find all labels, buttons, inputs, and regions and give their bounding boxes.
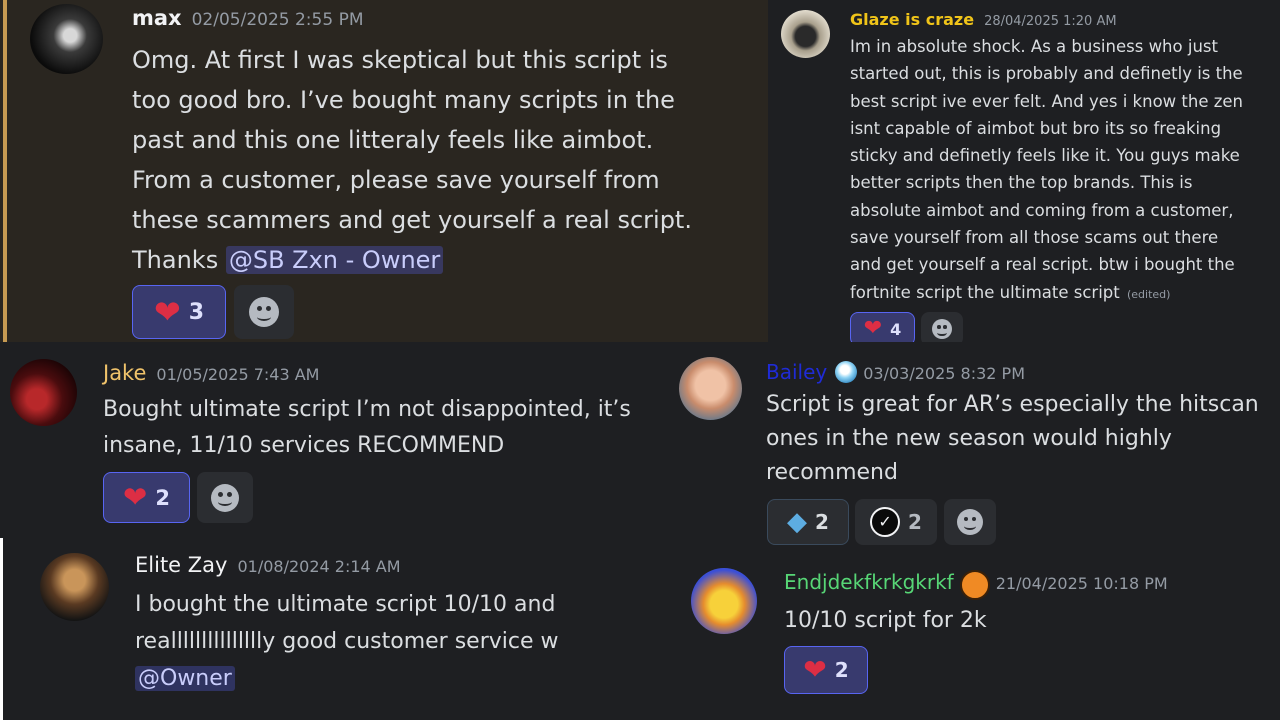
smiley-icon [932, 319, 952, 339]
username[interactable]: max [132, 6, 182, 30]
message-line: recommend [766, 460, 898, 485]
reaction-verified-check[interactable]: ✓ 2 [855, 499, 937, 545]
reaction-heart[interactable]: ❤ 4 [850, 312, 915, 342]
username[interactable]: Jake [103, 361, 146, 385]
message-content: Im in absolute shock. As a business who … [850, 33, 1275, 308]
message-content: Script is great for AR’s especially the … [766, 388, 1276, 490]
message-line: ones in the new season would highly [766, 426, 1172, 451]
reaction-count: 2 [908, 510, 922, 534]
timestamp: 28/04/2025 1:20 AM [984, 14, 1117, 29]
message-panel-elite-zay: Elite Zay 01/08/2024 2:14 AM I bought th… [3, 538, 662, 720]
reaction-count: 2 [834, 658, 849, 682]
message-header: Elite Zay 01/08/2024 2:14 AM [135, 553, 401, 577]
message-line: isnt capable of aimbot but bro its so fr… [850, 118, 1222, 138]
message-line: I bought the ultimate script 10/10 and [135, 592, 556, 617]
timestamp: 02/05/2025 2:55 PM [191, 10, 364, 30]
message-line: too good bro. I’ve bought many scripts i… [132, 86, 675, 114]
avatar[interactable] [40, 553, 109, 621]
message-panel-bailey: Bailey 03/03/2025 8:32 PM Script is grea… [662, 342, 1280, 552]
message-line: fortnite script the ultimate script (edi… [850, 279, 1275, 308]
message-line: best script ive ever felt. And yes i kno… [850, 91, 1243, 111]
timestamp: 21/04/2025 10:18 PM [995, 574, 1168, 593]
message-header: Endjdekfkrkgkrkf 21/04/2025 10:18 PM [784, 570, 1168, 600]
avatar[interactable] [781, 10, 830, 58]
timestamp: 01/08/2024 2:14 AM [237, 557, 401, 576]
message-header: Bailey 03/03/2025 8:32 PM [766, 360, 1025, 384]
message-content: I bought the ultimate script 10/10 and r… [135, 586, 655, 697]
reaction-count: 4 [890, 319, 902, 339]
message-line: better scripts then the top brands. This… [850, 173, 1193, 193]
add-reaction-button[interactable] [197, 472, 253, 523]
message-panel-max: max 02/05/2025 2:55 PM Omg. At first I w… [0, 0, 768, 342]
message-content: 10/10 script for 2k [784, 604, 1264, 638]
avatar[interactable] [10, 359, 77, 426]
message-line: these scammers and get yourself a real s… [132, 206, 692, 234]
message-line: save yourself from all those scams out t… [850, 228, 1219, 248]
message-line: Omg. At first I was skeptical but this s… [132, 46, 668, 74]
username[interactable]: Elite Zay [135, 553, 227, 577]
diamond-icon: ◆ [787, 507, 808, 537]
username[interactable]: Glaze is craze [850, 10, 974, 29]
message-line: absolute aimbot and coming from a custom… [850, 200, 1234, 220]
message-header: max 02/05/2025 2:55 PM [132, 6, 364, 30]
droplet-badge-icon [835, 361, 858, 383]
smiley-icon [249, 297, 279, 327]
timestamp: 03/03/2025 8:32 PM [863, 364, 1026, 383]
avatar[interactable] [679, 357, 742, 420]
message-line: 10/10 script for 2k [784, 608, 987, 633]
message-text: Thanks [132, 246, 226, 274]
message-header: Glaze is craze 28/04/2025 1:20 AM [850, 10, 1117, 29]
heart-icon: ❤ [863, 316, 883, 341]
edited-label: (edited) [1127, 287, 1171, 301]
basketball-icon [959, 570, 990, 600]
heart-icon: ❤ [803, 653, 827, 686]
avatar[interactable] [30, 4, 103, 74]
message-panel-glaze: Glaze is craze 28/04/2025 1:20 AM Im in … [768, 0, 1280, 342]
username[interactable]: Endjdekfkrkgkrkf [784, 570, 954, 594]
message-line: Script is great for AR’s especially the … [766, 392, 1259, 417]
heart-icon: ❤ [153, 293, 181, 331]
message-line: started out, this is probably and define… [850, 64, 1243, 84]
message-line: Thanks @SB Zxn - Owner [132, 240, 752, 280]
message-line: From a customer, please save yourself fr… [132, 166, 660, 194]
reaction-diamond[interactable]: ◆ 2 [767, 499, 849, 545]
message-content: Bought ultimate script I’m not disappoin… [103, 392, 658, 464]
message-line: Bought ultimate script I’m not disappoin… [103, 397, 631, 422]
add-reaction-button[interactable] [944, 499, 996, 545]
message-panel-endj: Endjdekfkrkgkrkf 21/04/2025 10:18 PM 10/… [662, 552, 1280, 720]
message-panel-jake: Jake 01/05/2025 7:43 AM Bought ultimate … [0, 342, 662, 538]
avatar[interactable] [691, 568, 757, 634]
timestamp: 01/05/2025 7:43 AM [156, 365, 320, 384]
reaction-count: 3 [188, 299, 205, 325]
message-line: insane, 11/10 services RECOMMEND [103, 433, 505, 458]
heart-icon: ❤ [123, 480, 148, 514]
highlight-accent-bar [3, 0, 7, 342]
verified-check-icon: ✓ [870, 507, 901, 537]
user-mention[interactable]: @SB Zxn - Owner [225, 246, 444, 274]
message-line: reallllllllllllllly good customer servic… [135, 629, 559, 654]
message-header: Jake 01/05/2025 7:43 AM [103, 361, 319, 385]
message-content: Omg. At first I was skeptical but this s… [132, 40, 752, 280]
reaction-heart[interactable]: ❤ 2 [103, 472, 190, 523]
message-text: fortnite script the ultimate script [850, 282, 1120, 302]
username[interactable]: Bailey [766, 360, 827, 384]
add-reaction-button[interactable] [234, 285, 294, 339]
message-line: past and this one litteraly feels like a… [132, 126, 654, 154]
message-line: sticky and definetly feels like it. You … [850, 146, 1240, 166]
reaction-count: 2 [815, 510, 829, 534]
reaction-count: 2 [155, 485, 170, 510]
reaction-heart[interactable]: ❤ 2 [784, 646, 868, 694]
message-line: and get yourself a real script. btw i bo… [850, 255, 1235, 275]
add-reaction-button[interactable] [921, 312, 963, 342]
reaction-heart[interactable]: ❤ 3 [132, 285, 226, 339]
message-line: @Owner [135, 660, 655, 697]
message-line: Im in absolute shock. As a business who … [850, 37, 1218, 56]
smiley-icon [957, 509, 983, 535]
user-mention[interactable]: @Owner [135, 666, 235, 691]
smiley-icon [211, 483, 239, 512]
